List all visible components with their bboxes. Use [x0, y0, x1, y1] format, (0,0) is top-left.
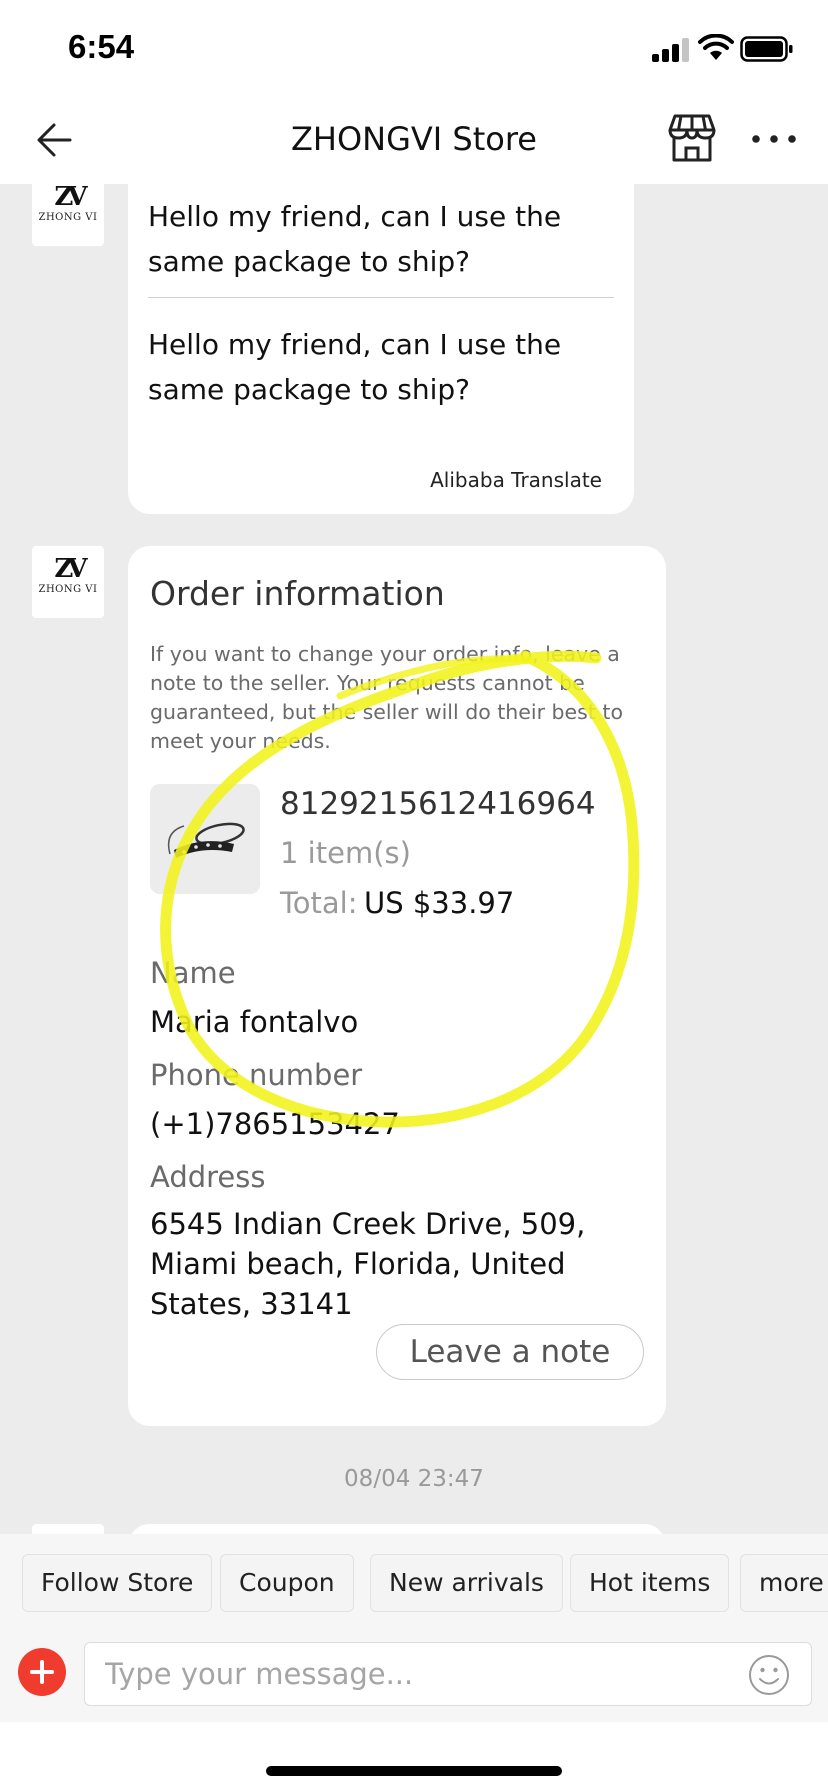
message-composer [0, 1626, 828, 1722]
translation-note: Alibaba Translate [430, 468, 602, 492]
more-dots-icon[interactable] [748, 126, 800, 152]
status-time: 6:54 [68, 28, 135, 65]
quick-reply-more[interactable]: more p [740, 1554, 828, 1612]
total-value: US $33.97 [364, 886, 515, 920]
item-count: 1 item(s) [280, 836, 411, 870]
status-bar: 6:54 [0, 0, 828, 96]
message-bubble[interactable] [128, 1524, 666, 1534]
quick-reply-hot-items[interactable]: Hot items [570, 1554, 730, 1612]
avatar-caption: ZHONG VI [38, 584, 98, 595]
avatar-monogram: ZV [54, 184, 87, 212]
quick-replies-bar: Follow Store Coupon New arrivals Hot ite… [0, 1534, 828, 1626]
avatar-monogram: ZV [54, 554, 87, 584]
header-bar: ZHONGVI Store [0, 96, 828, 184]
home-indicator-area [0, 1722, 828, 1792]
message-original-text: Hello my friend, can I use the same pack… [148, 200, 562, 278]
home-indicator[interactable] [266, 1766, 562, 1776]
order-card-title: Order information [150, 574, 445, 613]
message-bubble[interactable]: Hello my friend, can I use the same pack… [128, 184, 634, 514]
store-avatar[interactable] [32, 1524, 104, 1534]
order-number[interactable]: 8129215612416964 [280, 786, 596, 822]
phone-value: (+1)7865153427 [150, 1107, 400, 1141]
order-info-card: Order information If you want to change … [128, 546, 666, 1426]
total-label: Total: [280, 886, 358, 920]
address-value: 6545 Indian Creek Drive, 509, Miami beac… [150, 1207, 586, 1321]
name-value: Maria fontalvo [150, 1005, 359, 1039]
storefront-icon[interactable] [664, 110, 720, 166]
store-avatar[interactable]: ZV ZHONG VI [32, 546, 104, 618]
leave-note-button[interactable]: Leave a note [376, 1324, 644, 1380]
order-card-description: If you want to change your order info, l… [150, 642, 623, 753]
message-translated-text: Hello my friend, can I use the same pack… [148, 328, 562, 406]
store-avatar[interactable]: ZV ZHONG VI [32, 184, 104, 246]
battery-icon [740, 36, 793, 62]
avatar-caption: ZHONG VI [38, 212, 98, 223]
wifi-icon [698, 34, 734, 60]
quick-reply-follow-store[interactable]: Follow Store [22, 1554, 213, 1612]
phone-label: Phone number [150, 1058, 363, 1092]
quick-reply-coupon[interactable]: Coupon [220, 1554, 354, 1612]
name-label: Name [150, 956, 236, 990]
message-divider [148, 297, 614, 298]
cellular-signal-icon [652, 38, 690, 62]
smiley-icon[interactable] [748, 1654, 790, 1696]
chat-thread[interactable]: ZV ZHONG VI Hello my friend, can I use t… [0, 184, 828, 1534]
quick-reply-new-arrivals[interactable]: New arrivals [370, 1554, 563, 1612]
message-timestamp: 08/04 23:47 [344, 1466, 484, 1492]
plus-circle-icon[interactable] [18, 1648, 66, 1696]
product-thumbnail[interactable] [150, 784, 260, 894]
message-input[interactable] [84, 1642, 812, 1706]
address-label: Address [150, 1160, 266, 1194]
